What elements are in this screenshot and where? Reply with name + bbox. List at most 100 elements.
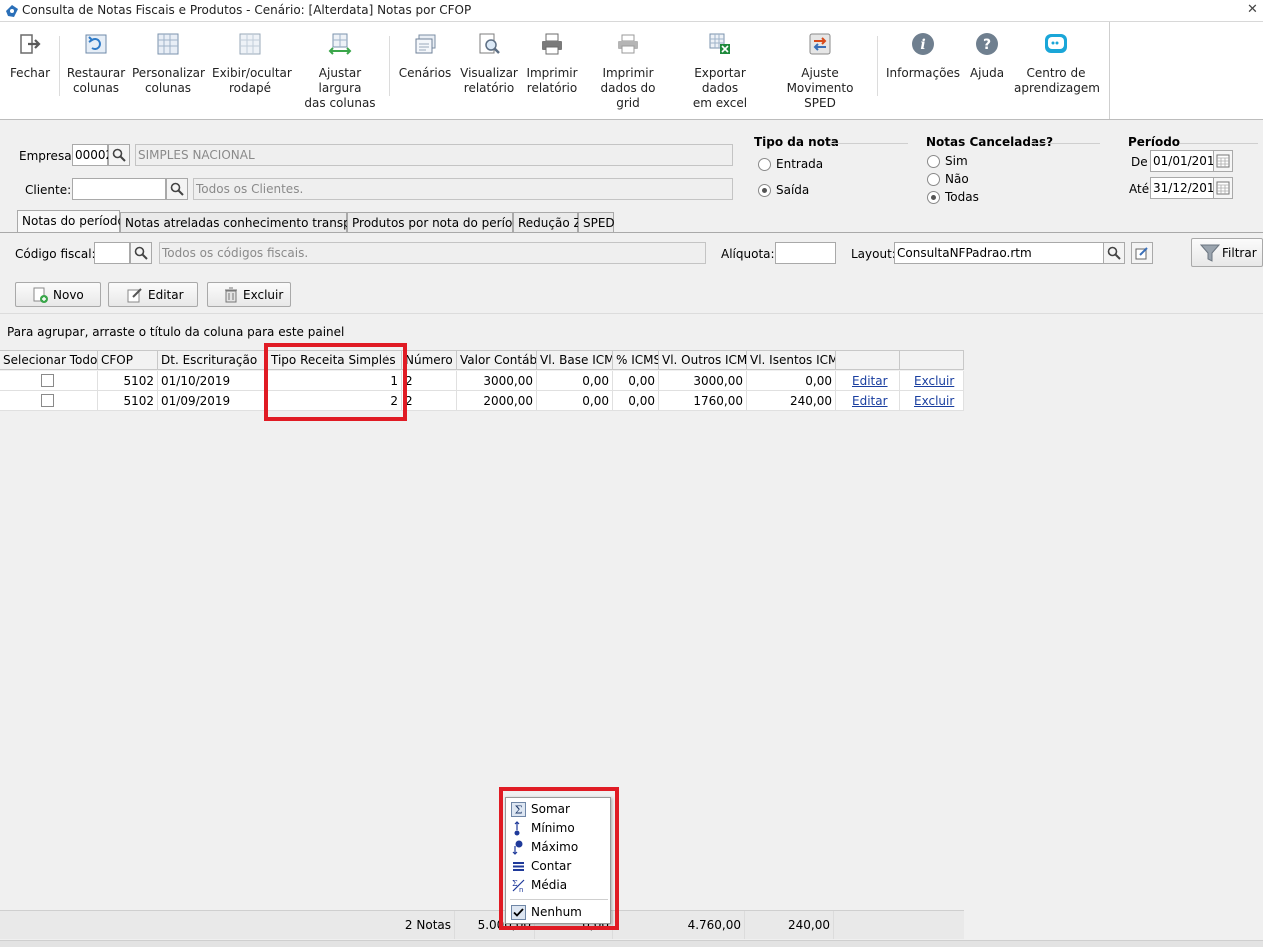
codigo-search-button[interactable] [130,242,152,264]
imprimir-grid-button[interactable]: Imprimir dados do grid [588,32,668,111]
layout-edit-button[interactable] [1131,242,1153,264]
cancel-nao-radio[interactable] [927,173,940,186]
row-delete-link[interactable]: Excluir [914,374,954,388]
fit-columns-icon [328,33,352,55]
row-checkbox[interactable] [41,394,54,407]
novo-button[interactable]: Novo [15,282,101,307]
empresa-name-field: SIMPLES NACIONAL [135,144,733,166]
cell-valor: 3000,00 [457,371,537,391]
header-outros-icms[interactable]: Vl. Outros ICMS [659,350,747,370]
aliquota-input[interactable] [775,242,836,264]
trash-icon [225,287,237,303]
row-edit-link[interactable]: Editar [852,394,888,408]
excluir-button[interactable]: Excluir [207,282,291,307]
tipo-entrada-radio[interactable] [758,158,771,171]
centro-aprendizagem-button[interactable]: Centro de aprendizagem [1014,32,1100,96]
cancel-sim-radio[interactable] [927,155,940,168]
close-window-icon[interactable]: ✕ [1247,2,1258,17]
restore-columns-icon [85,34,107,54]
aliquota-label: Alíquota: [721,247,775,261]
restaurar-colunas-button[interactable]: Restaurar colunas [66,32,126,96]
imprimir-grid-label: Imprimir [602,66,654,80]
row-edit-link[interactable]: Editar [852,374,888,388]
ajustar-largura-button[interactable]: Ajustar largura das colunas [298,32,382,111]
tab-reducao-z[interactable]: Redução Z [513,212,582,232]
ate-calendar-button[interactable] [1213,177,1233,199]
ate-date-input[interactable]: 31/12/2019 [1150,177,1222,199]
row-delete-link[interactable]: Excluir [914,394,954,408]
title-bar: Consulta de Notas Fiscais e Produtos - C… [0,0,1263,22]
tab-baseline [0,232,1263,233]
cell-editar: Editar [836,391,900,411]
empresa-search-button[interactable] [108,144,130,166]
ajuda-button[interactable]: ? Ajuda [966,32,1008,81]
exportar-excel-button[interactable]: Exportar dados em excel [676,32,764,111]
filtrar-button[interactable]: Filtrar [1191,238,1263,267]
cell-pct: 0,00 [613,391,659,411]
exibir-label: Exibir/ocultar [212,66,292,80]
header-excluir-col [900,350,964,370]
cliente-code-input[interactable] [72,178,166,200]
centro-label-2: aprendizagem [1014,81,1100,95]
row-checkbox[interactable] [41,374,54,387]
cancel-todas-radio[interactable] [927,191,940,204]
tab-sped[interactable]: SPED [578,212,615,232]
header-selecionar-todos[interactable]: Selecionar Todos [0,350,98,370]
de-label: De [1131,155,1148,169]
table-row-select-cell [0,371,98,391]
layout-input[interactable]: ConsultaNFPadrao.rtm [894,242,1104,264]
cenarios-button[interactable]: Cenários [398,32,452,81]
header-base-icms[interactable]: Vl. Base ICMS [537,350,613,370]
app-icon [6,5,18,17]
sped-adjust-icon [809,33,831,55]
print-grid-icon [618,34,638,54]
tipo-nota-title: Tipo da nota [754,135,839,149]
codigo-fiscal-input[interactable] [94,242,130,264]
tab-notas-periodo[interactable]: Notas do período [17,210,125,233]
exportar-label-2: em excel [692,96,748,110]
header-editar-col [836,350,900,370]
exit-icon [20,34,41,54]
header-valor-contabil[interactable]: Valor Contábil [457,350,537,370]
customize-columns-icon [157,33,179,55]
cell-excluir: Excluir [900,371,964,391]
highlight-tipo-receita-column [264,343,407,421]
ajuste-sped-button[interactable]: Ajuste Movimento SPED [770,32,870,111]
personalizar-colunas-button[interactable]: Personalizar colunas [132,32,205,96]
search-icon [1107,246,1121,260]
de-date-input[interactable]: 01/01/2019 [1150,150,1222,172]
de-calendar-button[interactable] [1213,150,1233,172]
layout-search-button[interactable] [1103,242,1125,264]
empresa-label: Empresa: [19,149,76,163]
footer-count: 2 Notas [268,911,455,939]
ajustar-label-2: das colunas [304,96,376,110]
svg-text:?: ? [983,37,991,53]
visualizar-relatorio-button[interactable]: Visualizar relatório [460,32,518,96]
header-cfop[interactable]: CFOP [98,350,158,370]
informacoes-button[interactable]: i Informações [886,32,960,81]
cell-isentos: 0,00 [747,371,836,391]
learning-center-icon [1045,34,1067,53]
informacoes-label: Informações [886,66,961,80]
cell-base: 0,00 [537,371,613,391]
group-by-panel[interactable]: Para agrupar, arraste o título da coluna… [0,313,1263,350]
ribbon-separator [389,36,390,96]
imprimir-relatorio-button[interactable]: Imprimir relatório [524,32,580,96]
header-pct-icms[interactable]: % ICMS [613,350,659,370]
codigo-fiscal-label: Código fiscal: [15,247,96,261]
tab-produtos-nota[interactable]: Produtos por nota do período [347,212,527,232]
cell-cfop: 5102 [98,371,158,391]
empresa-code-input[interactable]: 00002 [72,144,113,166]
cliente-search-button[interactable] [166,178,188,200]
header-isentos-icms[interactable]: Vl. Isentos ICMS [747,350,836,370]
tipo-saida-radio[interactable] [758,184,771,197]
header-dt-escrituracao[interactable]: Dt. Escrituração [158,350,268,370]
exibir-rodape-button[interactable]: Exibir/ocultar rodapé [212,32,292,96]
fechar-button[interactable]: Fechar [8,32,52,81]
editar-button[interactable]: Editar [108,282,198,307]
ribbon-separator [877,36,878,96]
header-numero[interactable]: Número [402,350,457,370]
tab-notas-transporte[interactable]: Notas atreladas conhecimento transporte [120,212,375,232]
periodo-title: Período [1128,135,1181,149]
editar-label: Editar [148,288,184,302]
